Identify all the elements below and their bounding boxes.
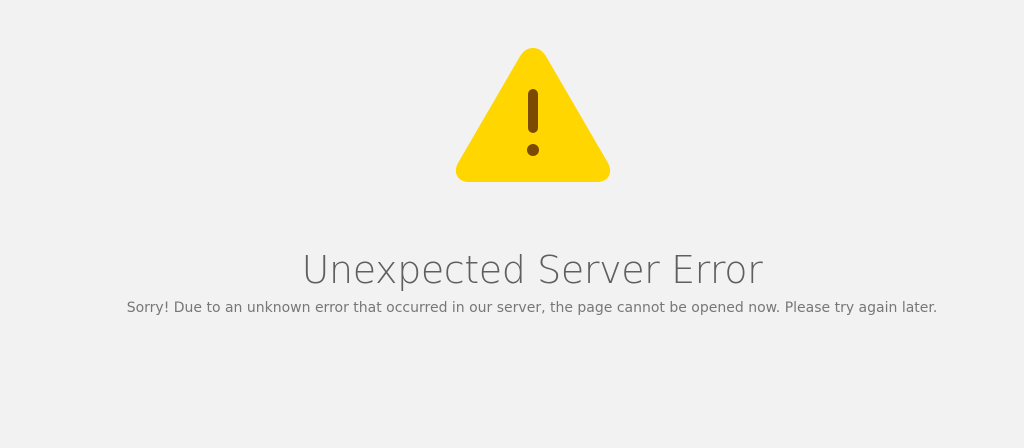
warning-triangle-icon — [454, 44, 612, 186]
error-title: Unexpected Server Error — [301, 248, 763, 293]
error-page: Unexpected Server Error Sorry! Due to an… — [0, 0, 1024, 448]
error-message: Sorry! Due to an unknown error that occu… — [126, 300, 938, 316]
